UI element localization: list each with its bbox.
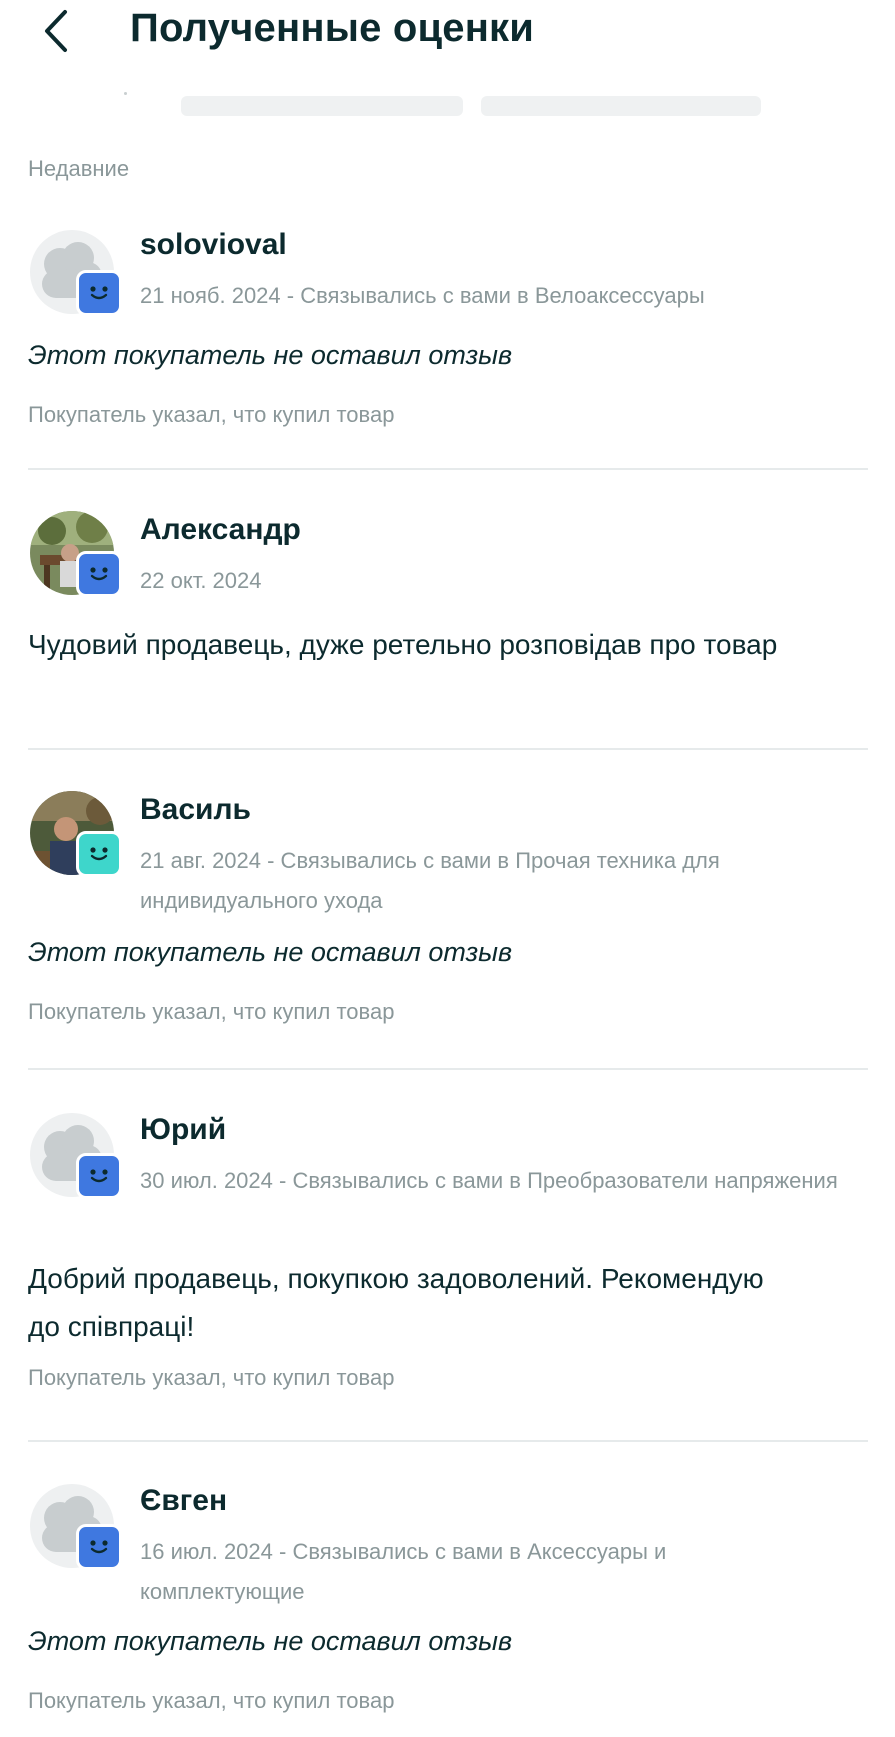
purchase-note: Покупатель указал, что купил товар (28, 999, 395, 1024)
top-bar: Полученные оценки (0, 0, 895, 70)
review-comment: Добрий продавець, покупкою задоволений. … (28, 1263, 764, 1342)
review-comment: Чудовий продавець, дуже ретельно розпові… (28, 629, 778, 660)
tab-dot (124, 92, 127, 95)
smile-badge-icon (76, 551, 122, 597)
avatar[interactable] (30, 230, 122, 316)
review-meta: 21 нояб. 2024 - Связывались с вами в Вел… (140, 283, 705, 308)
divider (28, 1068, 868, 1070)
review-meta: 21 авг. 2024 - Связывались с вами в Проч… (140, 848, 720, 913)
divider (28, 468, 868, 470)
avatar[interactable] (30, 1484, 122, 1570)
reviewer-name[interactable]: solovioval (140, 228, 287, 262)
reviewer-name[interactable]: Євген (140, 1484, 227, 1518)
smile-badge-icon (76, 831, 122, 877)
tab-placeholder-1[interactable] (181, 96, 463, 116)
review-item: Василь 21 авг. 2024 - Связывались с вами… (0, 785, 895, 1065)
review-item: Євген 16 июл. 2024 - Связывались с вами … (0, 1476, 895, 1737)
review-meta: 22 окт. 2024 (140, 568, 262, 593)
reviewer-name[interactable]: Александр (140, 513, 301, 547)
review-comment: Этот покупатель не оставил отзыв (28, 1626, 513, 1656)
tab-placeholder-2[interactable] (481, 96, 761, 116)
review-meta: 30 июл. 2024 - Связывались с вами в Прео… (140, 1168, 838, 1193)
reviewer-name[interactable]: Василь (140, 793, 251, 827)
purchase-note: Покупатель указал, что купил товар (28, 1688, 395, 1713)
reviewer-name[interactable]: Юрий (140, 1113, 226, 1147)
purchase-note: Покупатель указал, что купил товар (28, 1365, 395, 1390)
avatar[interactable] (30, 1113, 122, 1199)
review-item: Александр 22 окт. 2024 Чудовий продавець… (0, 505, 895, 745)
page-title: Полученные оценки (130, 6, 535, 50)
avatar[interactable] (30, 511, 122, 597)
smile-badge-icon (76, 270, 122, 316)
review-comment: Этот покупатель не оставил отзыв (28, 937, 513, 967)
section-label: Недавние (28, 156, 130, 181)
back-button[interactable] (34, 4, 78, 58)
purchase-note: Покупатель указал, что купил товар (28, 402, 395, 427)
review-meta: 16 июл. 2024 - Связывались с вами в Аксе… (140, 1539, 667, 1604)
avatar[interactable] (30, 791, 122, 877)
smile-badge-icon (76, 1524, 122, 1570)
review-comment: Этот покупатель не оставил отзыв (28, 340, 513, 370)
smile-badge-icon (76, 1153, 122, 1199)
divider (28, 748, 868, 750)
chevron-left-icon (45, 10, 67, 52)
review-item: solovioval 21 нояб. 2024 - Связывались с… (0, 220, 895, 470)
review-item: Юрий 30 июл. 2024 - Связывались с вами в… (0, 1105, 895, 1435)
divider (28, 1440, 868, 1442)
tabs-bar (0, 88, 895, 118)
